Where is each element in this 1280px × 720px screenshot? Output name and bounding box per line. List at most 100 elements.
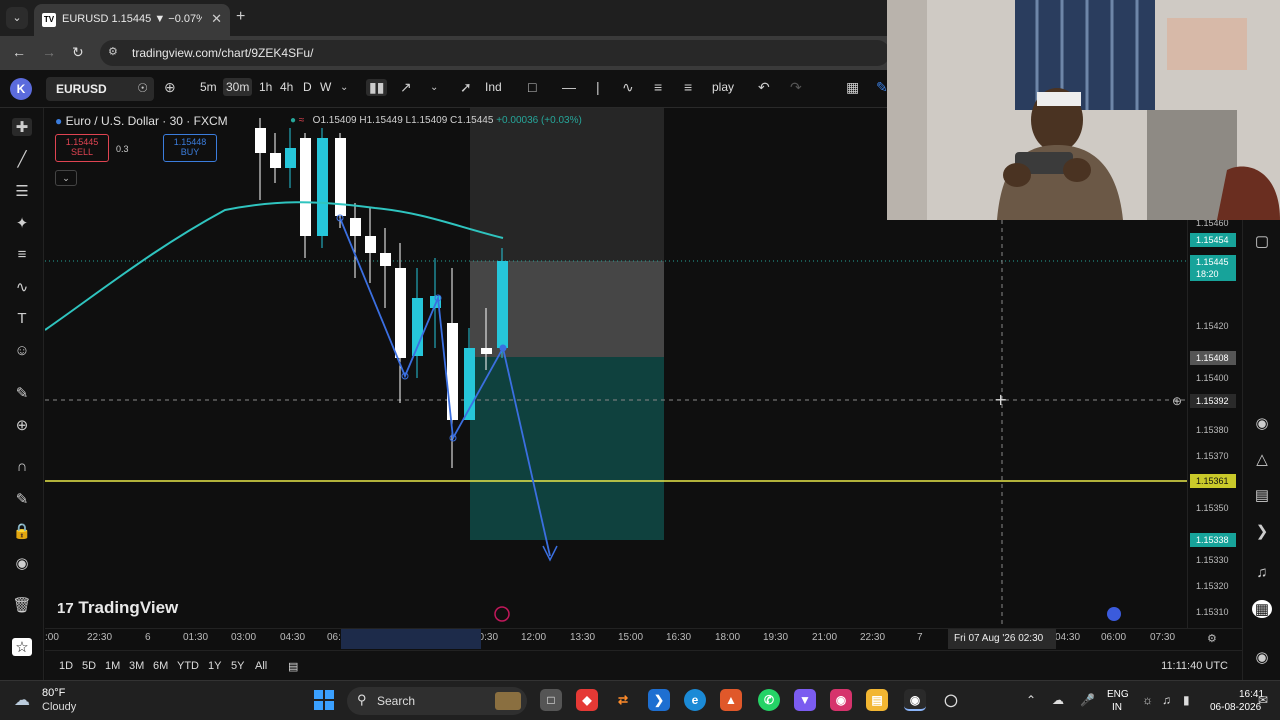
horizontal-lines-icon[interactable]: ☰ (12, 182, 32, 200)
pitchfork-icon[interactable]: ✦ (12, 214, 32, 232)
ruler-icon[interactable]: ✎ (12, 384, 32, 402)
zoom-in-icon[interactable]: ⊕ (12, 416, 32, 434)
language-indicator[interactable]: ENG (1107, 689, 1129, 700)
site-info-icon[interactable]: ⚙ (108, 45, 118, 58)
app-orange-icon[interactable]: ⇄ (612, 689, 634, 711)
trend-line-icon[interactable]: ╱ (12, 150, 32, 168)
line-tool-icon[interactable]: ↗ (400, 79, 412, 96)
notifications-bell-icon[interactable]: ✉ (1258, 693, 1268, 707)
trash-icon[interactable]: 🗑 (12, 596, 32, 614)
timeframe-30m[interactable]: 30m (223, 78, 253, 96)
range-all[interactable]: All (255, 660, 267, 672)
range-1m[interactable]: 1M (105, 660, 120, 672)
crosshair-icon[interactable]: ✚ (12, 118, 32, 136)
text-tool-icon[interactable]: T (12, 310, 32, 327)
economic-event-icon[interactable] (1107, 607, 1121, 621)
instagram-icon[interactable]: ◉ (830, 689, 852, 711)
buy-button[interactable]: 1.15448 BUY (163, 134, 217, 162)
help-icon[interactable]: ◉ (1252, 648, 1272, 666)
chart-type-dropdown-icon[interactable]: ⌄ (430, 82, 438, 93)
timeframe-4h[interactable]: 4h (280, 80, 293, 94)
chrome-icon[interactable]: ◉ (904, 689, 926, 711)
time-axis[interactable]: :0022:30601:3003:0004:3006:0007:3009:001… (45, 628, 1242, 649)
tab-close-icon[interactable]: ✕ (211, 11, 222, 27)
rectangle-tool-icon[interactable]: □ (528, 79, 536, 95)
forward-arrow-icon[interactable]: → (42, 44, 56, 60)
candles-chart-type-icon[interactable]: ▮▮ (366, 79, 388, 96)
add-alert-plus-icon[interactable]: ⊕ (1172, 394, 1182, 408)
file-explorer-icon[interactable]: ▤ (866, 689, 888, 711)
symbol-search-button[interactable]: EURUSD ☉ (46, 77, 154, 101)
zigzag-point[interactable] (499, 344, 507, 352)
lock-drawing-icon[interactable]: ✎ (12, 490, 32, 508)
wifi-icon[interactable]: ☼ (1142, 693, 1153, 707)
volume-icon[interactable]: ♫ (1162, 693, 1171, 707)
brush-wave-icon[interactable]: ∿ (12, 278, 32, 296)
range-5d[interactable]: 5D (82, 660, 96, 672)
taskbar-search-box[interactable]: ⚲ Search (347, 687, 527, 715)
replay-button[interactable]: play (712, 80, 734, 94)
timeframe-d[interactable]: D (303, 80, 312, 94)
system-date[interactable]: 06-08-2026 (1210, 702, 1261, 713)
axis-settings-gear-icon[interactable]: ⚙ (1207, 632, 1217, 645)
weather-temperature[interactable]: 80°F (42, 687, 65, 699)
position-target-zone[interactable] (470, 357, 664, 540)
edge-browser-icon[interactable]: e (684, 689, 706, 711)
goto-date-calendar-icon[interactable]: ▤ (288, 660, 298, 673)
apps-grid-icon[interactable]: ▦ (1252, 600, 1272, 618)
price-axis[interactable]: 1.15460 1.15420 1.15400 1.15380 1.15370 … (1187, 218, 1242, 628)
windows-start-icon[interactable] (314, 690, 334, 710)
cloud-weather-icon[interactable]: ☁ (14, 690, 30, 710)
fib-retracement-icon[interactable]: ≡ (12, 246, 32, 263)
favorites-star-icon[interactable]: ☆ (12, 638, 32, 656)
horizontal-line-tool-icon[interactable]: — (562, 79, 576, 95)
vertical-line-tool-icon[interactable]: | (596, 79, 600, 95)
utc-clock[interactable]: 11:11:40 UTC (1161, 660, 1228, 672)
timeframe-1h[interactable]: 1h (259, 80, 272, 94)
chat-icon[interactable]: ▢ (1252, 232, 1272, 250)
app-red-diamond-icon[interactable]: ◆ (576, 689, 598, 711)
range-1d[interactable]: 1D (59, 660, 73, 672)
magnet-icon[interactable]: ∩ (12, 458, 32, 475)
range-ytd[interactable]: YTD (177, 660, 199, 672)
redo-icon[interactable]: ↷ (790, 79, 802, 96)
replay-icon[interactable]: ≡ (684, 79, 692, 95)
alerts-bell-icon[interactable]: ♫ (1252, 564, 1272, 581)
whatsapp-icon[interactable]: ✆ (758, 689, 780, 711)
eye-icon[interactable]: ◉ (12, 554, 32, 572)
zigzag-tool-icon[interactable]: ∿ (622, 79, 634, 96)
url-text[interactable]: tradingview.com/chart/9ZEK4SFu/ (132, 46, 313, 60)
weather-description[interactable]: Cloudy (42, 701, 76, 713)
range-5y[interactable]: 5Y (231, 660, 244, 672)
pencil-icon[interactable]: ✎ (876, 79, 888, 96)
app-clock-icon[interactable]: ◯ (940, 689, 962, 711)
range-1y[interactable]: 1Y (208, 660, 221, 672)
reload-icon[interactable]: ↻ (72, 44, 84, 61)
range-3m[interactable]: 3M (129, 660, 144, 672)
onedrive-cloud-icon[interactable]: ☁ (1052, 693, 1064, 707)
browser-tab-active[interactable]: TV EURUSD 1.15445 ▼ −0.07% Un ✕ (34, 4, 230, 36)
chart-legend-title[interactable]: ● Euro / U.S. Dollar · 30 · FXCM (55, 114, 228, 128)
signal-feed-icon[interactable]: ❯ (1252, 522, 1272, 540)
new-tab-button[interactable]: + (236, 8, 245, 26)
timeframe-dropdown-chevron-icon[interactable]: ⌄ (340, 82, 348, 93)
tray-overflow-chevron-icon[interactable]: ⌃ (1026, 693, 1036, 707)
timeframe-w[interactable]: W (320, 80, 331, 94)
user-avatar[interactable]: K (10, 78, 32, 100)
microphone-icon[interactable]: 🎤 (1080, 693, 1095, 707)
compare-add-icon[interactable]: ⊕ (164, 79, 176, 96)
app-purple-v-icon[interactable]: ▼ (794, 689, 816, 711)
tab-list-chevron-icon[interactable]: ⌄ (6, 7, 28, 29)
emoji-icon[interactable]: ☺ (12, 342, 32, 359)
vscode-icon[interactable]: ❯ (648, 689, 670, 711)
indicators-button[interactable]: Ind (485, 80, 502, 94)
sell-button[interactable]: 1.15445 SELL (55, 134, 109, 162)
position-stop-zone[interactable] (470, 108, 664, 261)
triangle-layers-icon[interactable]: △ (1252, 450, 1272, 468)
undo-icon[interactable]: ↶ (758, 79, 770, 96)
target-icon[interactable]: ◉ (1252, 414, 1272, 432)
layout-grid-icon[interactable]: ▦ (846, 79, 859, 96)
calendar-icon[interactable]: ▤ (1252, 486, 1272, 504)
indicators-icon[interactable]: ➚ (460, 79, 472, 96)
range-6m[interactable]: 6M (153, 660, 168, 672)
